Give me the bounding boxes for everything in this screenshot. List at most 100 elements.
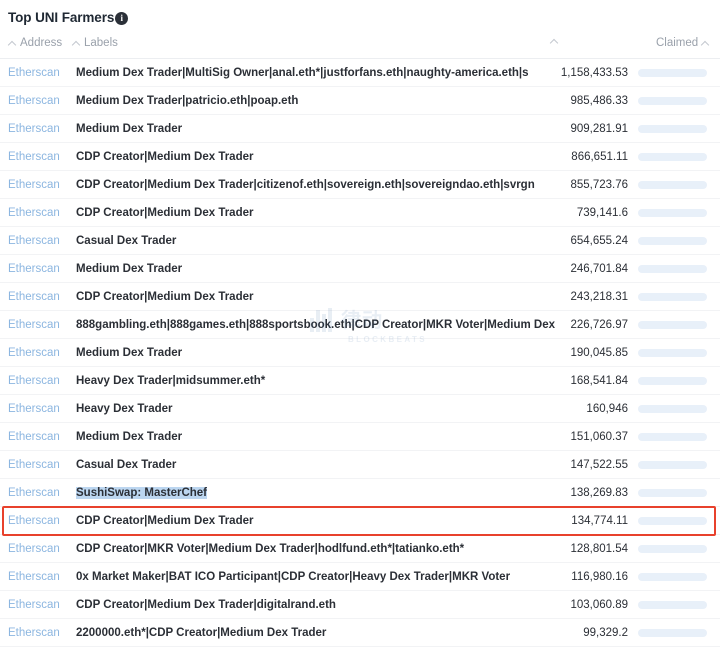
etherscan-link[interactable]: Etherscan bbox=[8, 403, 60, 415]
column-header-address-label: Address bbox=[20, 37, 63, 49]
claimed-bar-track bbox=[638, 544, 707, 553]
table-row[interactable]: Etherscan SushiSwap: MasterChef 138,269.83 bbox=[0, 479, 720, 507]
column-header-claimed-label: Claimed bbox=[656, 37, 699, 49]
claimed-value: 226,726.97 bbox=[570, 318, 628, 331]
claimed-bar-track bbox=[638, 180, 707, 189]
etherscan-link[interactable]: Etherscan bbox=[8, 123, 60, 135]
etherscan-link[interactable]: Etherscan bbox=[8, 319, 60, 331]
caret-up-icon bbox=[701, 39, 710, 48]
table-row[interactable]: Etherscan CDP Creator|MKR Voter|Medium De… bbox=[0, 535, 720, 563]
etherscan-link[interactable]: Etherscan bbox=[8, 151, 60, 163]
table-row[interactable]: Etherscan Medium Dex Trader|patricio.eth|… bbox=[0, 87, 720, 115]
claimed-bar-track bbox=[638, 432, 707, 441]
table-row[interactable]: Etherscan CDP Creator|Medium Dex Trader 13… bbox=[0, 507, 720, 535]
table-row[interactable]: Etherscan CDP Creator|Medium Dex Trader 86… bbox=[0, 143, 720, 171]
claimed-value: 866,651.11 bbox=[571, 150, 628, 163]
table-row[interactable]: Etherscan Medium Dex Trader 909,281.91 bbox=[0, 115, 720, 143]
etherscan-link[interactable]: Etherscan bbox=[8, 347, 60, 359]
claimed-value: 246,701.84 bbox=[570, 262, 628, 275]
claimed-value: 168,541.84 bbox=[570, 374, 628, 387]
etherscan-link[interactable]: Etherscan bbox=[8, 207, 60, 219]
claimed-value: 147,522.55 bbox=[570, 458, 628, 471]
claimed-value: 151,060.37 bbox=[570, 430, 628, 443]
etherscan-link[interactable]: Etherscan bbox=[8, 375, 60, 387]
etherscan-link[interactable]: Etherscan bbox=[8, 67, 60, 79]
page-title: Top UNI Farmers bbox=[8, 9, 115, 25]
table-row[interactable]: Etherscan CDP Creator|Medium Dex Trader 73… bbox=[0, 199, 720, 227]
etherscan-link[interactable]: Etherscan bbox=[8, 515, 60, 527]
claimed-bar-track bbox=[638, 376, 707, 385]
claimed-bar-track bbox=[638, 264, 707, 273]
table-row[interactable]: Etherscan Casual Dex Trader 147,522.55 bbox=[0, 451, 720, 479]
claimed-bar-track bbox=[638, 68, 707, 77]
panel-header: Top UNI Farmers i bbox=[0, 0, 720, 34]
column-header-labels-label: Labels bbox=[84, 37, 118, 49]
table-row[interactable]: Etherscan Medium Dex Trader 151,060.37 bbox=[0, 423, 720, 451]
claimed-bar-track bbox=[638, 320, 707, 329]
claimed-value: 909,281.91 bbox=[570, 122, 628, 135]
etherscan-link[interactable]: Etherscan bbox=[8, 459, 60, 471]
table-row[interactable]: Etherscan Medium Dex Trader 246,701.84 bbox=[0, 255, 720, 283]
claimed-value: 116,980.16 bbox=[571, 570, 628, 583]
claimed-bar-track bbox=[638, 628, 707, 637]
table-row[interactable]: Etherscan Casual Dex Trader 654,655.24 bbox=[0, 227, 720, 255]
claimed-value: 243,218.31 bbox=[570, 290, 628, 303]
table-row[interactable]: Etherscan Heavy Dex Trader 160,946 bbox=[0, 395, 720, 423]
claimed-value: 985,486.33 bbox=[570, 94, 628, 107]
caret-up-icon bbox=[72, 39, 81, 48]
table-row[interactable]: Etherscan CDP Creator|Medium Dex Trader|d… bbox=[0, 591, 720, 619]
claimed-bar-track bbox=[638, 96, 707, 105]
column-header-claimed[interactable]: Claimed bbox=[656, 37, 710, 49]
claimed-value: 134,774.11 bbox=[571, 514, 628, 527]
table-row[interactable]: Etherscan Medium Dex Trader|MultiSig Owne… bbox=[0, 59, 720, 87]
etherscan-link[interactable]: Etherscan bbox=[8, 179, 60, 191]
table-row[interactable]: Etherscan CDP Creator|Medium Dex Trader 24… bbox=[0, 283, 720, 311]
claimed-value: 190,045.85 bbox=[570, 346, 628, 359]
claimed-bar-track bbox=[638, 236, 707, 245]
etherscan-link[interactable]: Etherscan bbox=[8, 95, 60, 107]
claimed-bar-track bbox=[638, 600, 707, 609]
etherscan-link[interactable]: Etherscan bbox=[8, 543, 60, 555]
claimed-value: 739,141.6 bbox=[576, 206, 628, 219]
table-body: Etherscan Medium Dex Trader|MultiSig Owne… bbox=[0, 59, 720, 647]
claimed-bar-track bbox=[638, 292, 707, 301]
claimed-value: 1,158,433.53 bbox=[560, 66, 628, 79]
table-row[interactable]: Etherscan 888gambling.eth|888games.eth|88… bbox=[0, 311, 720, 339]
table-row[interactable]: Etherscan 2200000.eth*|CDP Creator|Medium… bbox=[0, 619, 720, 647]
column-header-value[interactable] bbox=[550, 37, 562, 46]
selected-label-text: SushiSwap: MasterChef bbox=[76, 486, 207, 499]
table-row[interactable]: Etherscan 0x Market Maker|BAT ICO Partici… bbox=[0, 563, 720, 591]
top-uni-farmers-panel: Top UNI Farmers i Address Labels Claimed… bbox=[0, 0, 720, 654]
etherscan-link[interactable]: Etherscan bbox=[8, 263, 60, 275]
claimed-bar-track bbox=[638, 208, 707, 217]
claimed-bar-track bbox=[638, 404, 707, 413]
claimed-bar-track bbox=[638, 152, 707, 161]
etherscan-link[interactable]: Etherscan bbox=[8, 431, 60, 443]
claimed-bar-track bbox=[638, 516, 707, 525]
column-header-address[interactable]: Address bbox=[8, 37, 62, 49]
table-row[interactable]: Etherscan Heavy Dex Trader|midsummer.eth*… bbox=[0, 367, 720, 395]
etherscan-link[interactable]: Etherscan bbox=[8, 487, 60, 499]
claimed-value: 160,946 bbox=[586, 402, 628, 415]
claimed-value: 855,723.76 bbox=[570, 178, 628, 191]
etherscan-link[interactable]: Etherscan bbox=[8, 235, 60, 247]
claimed-bar-track bbox=[638, 348, 707, 357]
table-column-header: Address Labels Claimed bbox=[0, 34, 720, 59]
claimed-bar-track bbox=[638, 460, 707, 469]
table-row[interactable]: Etherscan CDP Creator|Medium Dex Trader|c… bbox=[0, 171, 720, 199]
info-icon[interactable]: i bbox=[115, 11, 129, 25]
claimed-value: 99,329.2 bbox=[583, 626, 628, 639]
etherscan-link[interactable]: Etherscan bbox=[8, 627, 60, 639]
claimed-value: 103,060.89 bbox=[570, 598, 628, 611]
etherscan-link[interactable]: Etherscan bbox=[8, 571, 60, 583]
claimed-value: 138,269.83 bbox=[570, 486, 628, 499]
claimed-value: 654,655.24 bbox=[570, 234, 628, 247]
claimed-bar-track bbox=[638, 572, 707, 581]
table-row[interactable]: Etherscan Medium Dex Trader 190,045.85 bbox=[0, 339, 720, 367]
caret-up-icon bbox=[8, 39, 17, 48]
etherscan-link[interactable]: Etherscan bbox=[8, 599, 60, 611]
column-header-labels[interactable]: Labels bbox=[72, 37, 118, 49]
etherscan-link[interactable]: Etherscan bbox=[8, 291, 60, 303]
caret-up-icon bbox=[550, 37, 559, 46]
claimed-value: 128,801.54 bbox=[570, 542, 628, 555]
